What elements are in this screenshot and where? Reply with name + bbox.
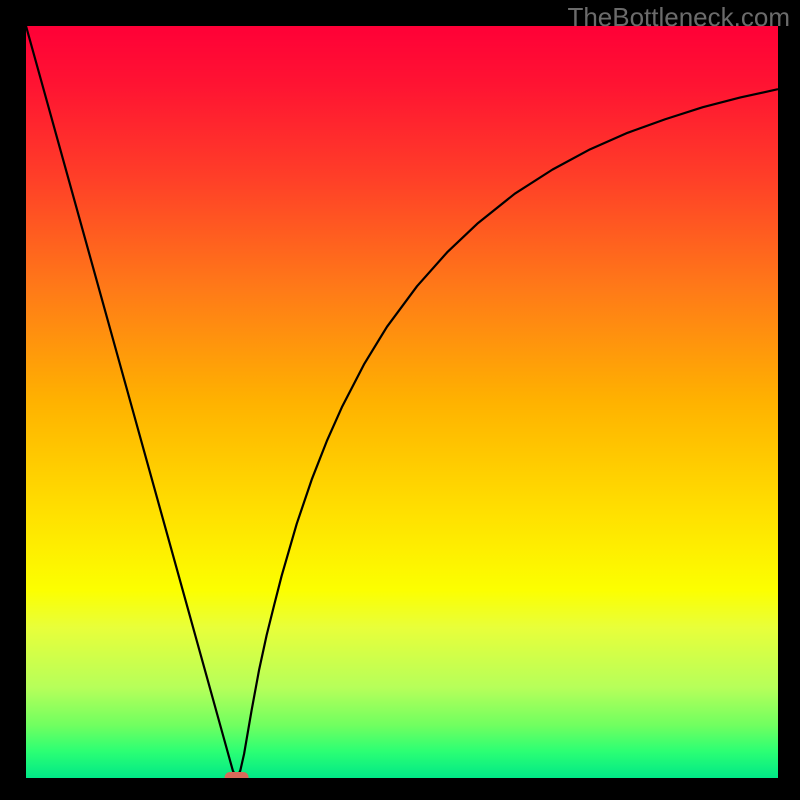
plot-area — [26, 26, 778, 778]
chart-svg — [26, 26, 778, 778]
gradient-background — [26, 26, 778, 778]
chart-frame: TheBottleneck.com — [0, 0, 800, 800]
optimal-point-marker — [225, 772, 249, 778]
watermark-text: TheBottleneck.com — [567, 2, 790, 33]
